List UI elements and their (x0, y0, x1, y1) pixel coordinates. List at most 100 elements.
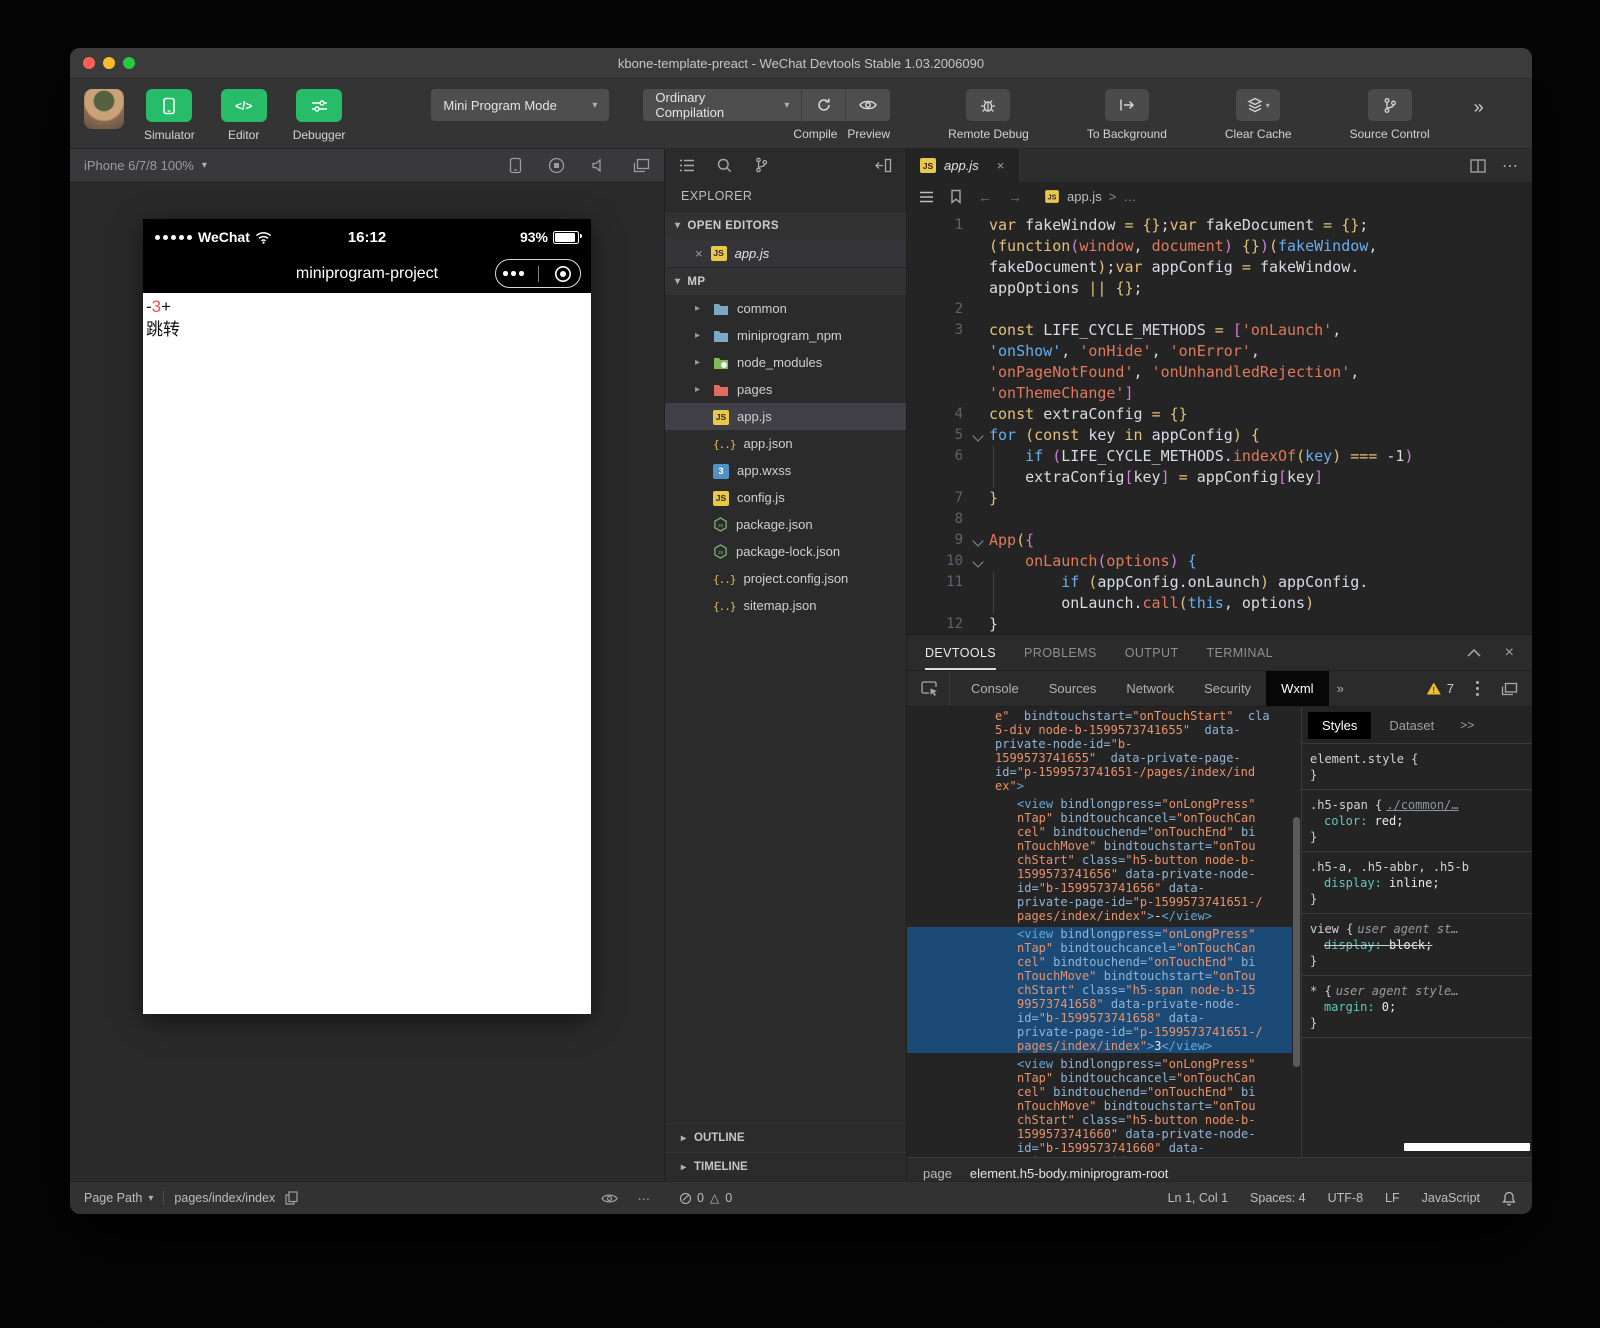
page-path-dropdown[interactable]: Page Path ▾ (84, 1191, 153, 1205)
jump-link[interactable]: 跳转 (146, 318, 591, 342)
close-icon[interactable]: × (695, 246, 703, 261)
css-property[interactable]: color: red; (1310, 813, 1524, 829)
file-row-package-lock.json[interactable]: JSpackage-lock.json (665, 538, 906, 565)
clear-cache-button[interactable]: ▾ Clear Cache (1225, 89, 1292, 141)
css-property[interactable]: margin: 0; (1310, 999, 1524, 1015)
inspect-element-icon[interactable] (917, 671, 950, 706)
file-row-package.json[interactable]: JSpackage.json (665, 511, 906, 538)
subtab-console[interactable]: Console (956, 671, 1034, 706)
mute-icon[interactable] (591, 158, 607, 173)
back-icon[interactable]: ← (978, 189, 992, 205)
open-editors-header[interactable]: ▾ OPEN EDITORS (665, 211, 906, 239)
fold-chevron-icon[interactable] (972, 430, 983, 441)
css-rule[interactable]: element.style {} (1302, 744, 1532, 790)
css-property[interactable]: display: inline; (1310, 875, 1524, 891)
menu-icon[interactable] (919, 191, 934, 203)
styles-tab-dataset[interactable]: Dataset (1375, 712, 1448, 739)
current-page-path[interactable]: pages/index/index (174, 1191, 275, 1205)
to-background-button[interactable]: To Background (1087, 89, 1167, 141)
problems-status[interactable]: 0 △ 0 (664, 1191, 905, 1205)
subtab-security[interactable]: Security (1189, 671, 1266, 706)
timeline-section[interactable]: ▸ TIMELINE (665, 1152, 906, 1181)
remote-debug-button[interactable]: Remote Debug (948, 89, 1029, 141)
indentation[interactable]: Spaces: 4 (1250, 1191, 1306, 1205)
more-actions-icon[interactable]: ⋯ (1502, 156, 1518, 176)
search-icon[interactable] (717, 158, 732, 173)
collapse-panel-icon[interactable] (1467, 649, 1481, 657)
multi-window-icon[interactable] (633, 158, 650, 173)
styles-rules[interactable]: element.style {}.h5-span {./common/…colo… (1302, 744, 1532, 1157)
wxml-node[interactable]: e" bindtouchstart="onTouchStart" cla5-di… (907, 709, 1292, 793)
devtools-tab-terminal[interactable]: TERMINAL (1207, 635, 1273, 670)
watch-eye-icon[interactable] (601, 1193, 618, 1204)
fold-chevron-icon[interactable] (972, 556, 983, 567)
compilation-dropdown[interactable]: Ordinary Compilation ▾ (643, 89, 801, 121)
list-icon[interactable] (679, 159, 695, 172)
device-selector[interactable]: iPhone 6/7/8 100% ▾ (84, 158, 207, 173)
subtab-sources[interactable]: Sources (1034, 671, 1112, 706)
open-editor-app-js[interactable]: × JS app.js (665, 239, 906, 267)
tree-vertical-scrollbar[interactable] (1292, 707, 1301, 1157)
tab-app-js[interactable]: JS app.js × (907, 149, 1018, 182)
more-options-icon[interactable]: ⋯ (638, 1191, 651, 1206)
subtab-network[interactable]: Network (1111, 671, 1189, 706)
wxml-node[interactable]: <view bindlongpress="onLongPress"nTap" b… (907, 797, 1292, 923)
cursor-position[interactable]: Ln 1, Col 1 (1168, 1191, 1228, 1205)
compile-button[interactable] (801, 89, 845, 121)
project-root-header[interactable]: ▾ MP (665, 267, 906, 295)
file-row-app.json[interactable]: {..}app.json (665, 430, 906, 457)
dock-side-icon[interactable] (1501, 682, 1518, 696)
warnings-counter[interactable]: ! 7 (1427, 681, 1454, 696)
bookmark-icon[interactable] (950, 189, 962, 204)
file-row-sitemap.json[interactable]: {..}sitemap.json (665, 592, 906, 619)
css-rule[interactable]: view {user agent st…display: block;} (1302, 914, 1532, 976)
devtools-tab-devtools[interactable]: DEVTOOLS (925, 635, 996, 670)
file-row-project.config.json[interactable]: {..}project.config.json (665, 565, 906, 592)
language-mode[interactable]: JavaScript (1422, 1191, 1480, 1205)
plus-control[interactable]: + (161, 297, 171, 316)
file-row-miniprogram_npm[interactable]: ▸miniprogram_npm (665, 322, 906, 349)
editor-button[interactable]: </> Editor (221, 89, 267, 142)
copy-icon[interactable] (285, 1191, 298, 1205)
wxml-node-selected[interactable]: <view bindlongpress="onLongPress"nTap" b… (907, 927, 1292, 1053)
file-row-app.js[interactable]: JSapp.js (665, 403, 906, 430)
close-panel-icon[interactable]: × (1505, 644, 1514, 662)
outline-section[interactable]: ▸ OUTLINE (665, 1123, 906, 1152)
file-row-app.wxss[interactable]: 3app.wxss (665, 457, 906, 484)
crumb-page[interactable]: page (923, 1166, 952, 1181)
breadcrumb[interactable]: JS app.js > … (1044, 189, 1136, 204)
code-editor[interactable]: 1var fakeWindow = {};var fakeDocument = … (907, 211, 1532, 634)
css-rule[interactable]: * {user agent style…margin: 0;} (1302, 976, 1532, 1038)
bell-icon[interactable] (1502, 1191, 1516, 1206)
subtab-wxml[interactable]: Wxml (1266, 671, 1329, 706)
forward-icon[interactable]: → (1008, 189, 1022, 205)
eol-type[interactable]: LF (1385, 1191, 1400, 1205)
source-control-button[interactable]: Source Control (1350, 89, 1430, 141)
wxml-node[interactable]: <view bindlongpress="onLongPress"nTap" b… (907, 1057, 1292, 1157)
crumb-selected-element[interactable]: element.h5-body.miniprogram-root (970, 1166, 1168, 1181)
record-icon[interactable] (548, 157, 565, 174)
preview-button[interactable] (845, 89, 889, 121)
devtools-tab-output[interactable]: OUTPUT (1125, 635, 1179, 670)
css-rule[interactable]: .h5-a, .h5-abbr, .h5-bdisplay: inline;} (1302, 852, 1532, 914)
styles-tabs-more-icon[interactable]: >> (1452, 718, 1482, 732)
stylesheet-link[interactable]: ./common/… (1386, 797, 1458, 813)
exit-circle-button[interactable] (553, 264, 573, 284)
mode-dropdown[interactable]: Mini Program Mode ▾ (431, 89, 609, 121)
wxml-element-tree[interactable]: e" bindtouchstart="onTouchStart" cla5-di… (907, 707, 1292, 1157)
rotate-device-icon[interactable] (509, 157, 522, 174)
encoding[interactable]: UTF-8 (1328, 1191, 1363, 1205)
devtools-tab-problems[interactable]: PROBLEMS (1024, 635, 1097, 670)
css-rule[interactable]: .h5-span {./common/…color: red;} (1302, 790, 1532, 852)
file-row-config.js[interactable]: JSconfig.js (665, 484, 906, 511)
subtabs-more-icon[interactable]: » (1329, 671, 1352, 706)
split-editor-icon[interactable] (1470, 159, 1486, 173)
styles-tab-styles[interactable]: Styles (1308, 712, 1371, 739)
git-branch-icon[interactable] (754, 157, 769, 173)
more-menu-button[interactable] (503, 271, 524, 276)
simulator-button[interactable]: Simulator (144, 89, 195, 142)
toolbar-more-button[interactable]: » (1474, 97, 1484, 118)
styles-horizontal-scrollbar[interactable] (1302, 1143, 1532, 1151)
kebab-menu-icon[interactable] (1476, 681, 1479, 696)
close-tab-icon[interactable]: × (997, 158, 1005, 173)
